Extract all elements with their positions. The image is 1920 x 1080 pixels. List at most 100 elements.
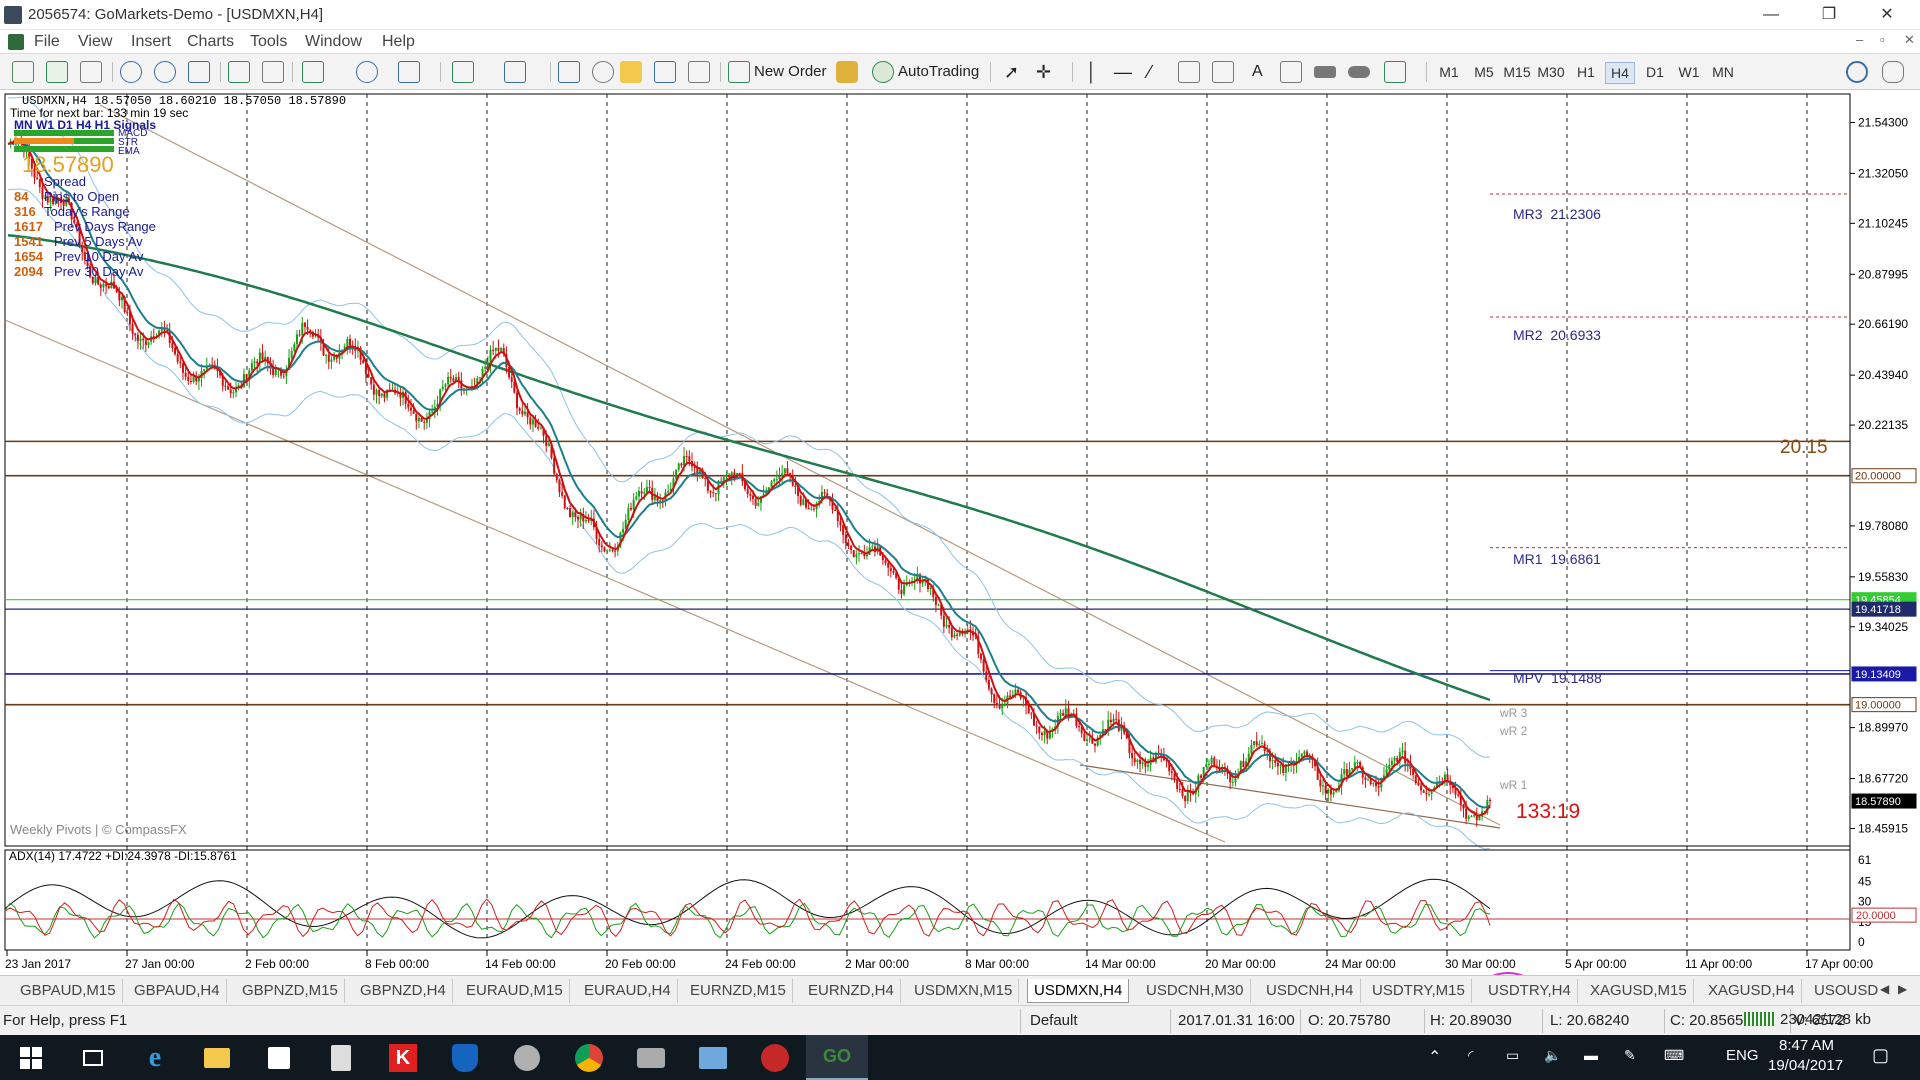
trendline-icon[interactable]: ⁄: [1148, 61, 1151, 83]
ellipse-icon[interactable]: [1348, 66, 1370, 78]
tab-xagusd-m15[interactable]: XAGUSD,M15: [1584, 979, 1694, 1003]
timeframe-m30[interactable]: M30: [1536, 62, 1566, 82]
keyboard-icon[interactable]: ⌨: [1664, 1047, 1684, 1064]
shield-icon[interactable]: [434, 1035, 496, 1080]
store-icon[interactable]: [248, 1035, 310, 1080]
mdi-close-button[interactable]: ✕: [1904, 32, 1915, 48]
tile-windows-icon[interactable]: [188, 61, 210, 83]
tab-gbpaud-h4[interactable]: GBPAUD,H4: [128, 979, 227, 1003]
cursor-icon[interactable]: ➚: [1004, 61, 1019, 83]
text-label-icon[interactable]: [1280, 61, 1302, 83]
timeframe-m1[interactable]: M1: [1434, 62, 1464, 82]
chat-icon[interactable]: [1882, 61, 1904, 83]
trading-app-icon[interactable]: [744, 1035, 806, 1080]
tab-usdcnh-h4[interactable]: USDCNH,H4: [1260, 979, 1361, 1003]
navigator-icon[interactable]: [620, 61, 642, 83]
timeframe-m5[interactable]: M5: [1469, 62, 1499, 82]
language-indicator[interactable]: ENG: [1726, 1047, 1759, 1064]
tab-usousd[interactable]: USOUSD: [1808, 979, 1884, 1003]
line-chart-icon[interactable]: [80, 61, 102, 83]
vertical-line-icon[interactable]: │: [1086, 61, 1097, 83]
metaeditor-icon[interactable]: [836, 61, 858, 83]
tab-gbpaud-m15[interactable]: GBPAUD,M15: [14, 979, 123, 1003]
task-view-icon[interactable]: [62, 1035, 124, 1080]
text-icon[interactable]: A: [1252, 61, 1263, 83]
terminal-icon[interactable]: [654, 61, 676, 83]
tray-chevron-icon[interactable]: ⌃: [1428, 1047, 1441, 1067]
tab-scroll-left-icon[interactable]: ◀: [1880, 982, 1889, 996]
menu-insert[interactable]: Insert: [131, 33, 171, 51]
zoom-in-icon[interactable]: [120, 61, 142, 83]
tab-euraud-m15[interactable]: EURAUD,M15: [460, 979, 570, 1003]
mdi-restore-button[interactable]: ▫: [1880, 32, 1885, 47]
clock-date[interactable]: 19/04/2017: [1768, 1057, 1843, 1074]
timeframe-h4[interactable]: H4: [1605, 62, 1635, 84]
tester-icon[interactable]: [688, 61, 710, 83]
timeframe-mn[interactable]: MN: [1708, 62, 1738, 82]
gomarkets-icon[interactable]: GO: [806, 1035, 868, 1080]
zoom-out-icon[interactable]: [154, 61, 176, 83]
menu-charts[interactable]: Charts: [187, 33, 234, 51]
candlestick-icon[interactable]: [46, 61, 68, 83]
chrome-icon[interactable]: [558, 1035, 620, 1080]
file-explorer-icon[interactable]: [186, 1035, 248, 1080]
network-icon[interactable]: ◜: [1468, 1047, 1473, 1064]
tab-usdmxn-m15[interactable]: USDMXN,M15: [908, 979, 1020, 1003]
battery-icon[interactable]: ▬: [1584, 1047, 1598, 1063]
notification-icon[interactable]: ▢: [1872, 1045, 1889, 1066]
profiles-icon[interactable]: [504, 61, 526, 83]
price-chart[interactable]: 21.54300 21.32050 21.10245 20.87995 20.66190…: [0, 90, 1920, 1032]
indicators-icon[interactable]: [302, 61, 324, 83]
timeframe-w1[interactable]: W1: [1674, 62, 1704, 82]
volume-icon[interactable]: 🔈: [1544, 1047, 1561, 1064]
pen-icon[interactable]: ✎: [1624, 1047, 1636, 1064]
crosshair-icon[interactable]: ✛: [1036, 61, 1051, 83]
restore-button[interactable]: ❐: [1806, 0, 1852, 30]
timeframe-h1[interactable]: H1: [1571, 62, 1601, 82]
start-button[interactable]: [0, 1035, 62, 1080]
edge-icon[interactable]: e: [124, 1035, 186, 1080]
tab-gbpnzd-m15[interactable]: GBPNZD,M15: [236, 979, 345, 1003]
bar-chart-icon[interactable]: [12, 61, 34, 83]
close-button[interactable]: ✕: [1864, 0, 1910, 30]
clock-time[interactable]: 8:47 AM: [1779, 1037, 1834, 1054]
data-window-icon[interactable]: [592, 61, 614, 83]
rectangle-icon[interactable]: [1314, 66, 1336, 78]
menu-file[interactable]: File: [34, 33, 60, 51]
photos-icon[interactable]: [682, 1035, 744, 1080]
k-app-icon[interactable]: K: [372, 1035, 434, 1080]
tab-usdtry-h4[interactable]: USDTRY,H4: [1482, 979, 1578, 1003]
new-order-icon[interactable]: [728, 61, 750, 83]
chart-area[interactable]: 21.54300 21.32050 21.10245 20.87995 20.66190…: [0, 90, 1920, 1032]
tab-eurnzd-m15[interactable]: EURNZD,M15: [684, 979, 793, 1003]
tab-xagusd-h4[interactable]: XAGUSD,H4: [1702, 979, 1802, 1003]
horizontal-line-icon[interactable]: —: [1114, 61, 1132, 83]
menu-help[interactable]: Help: [382, 33, 415, 51]
autotrading-button[interactable]: AutoTrading: [898, 61, 979, 83]
chart-shift-icon[interactable]: [228, 61, 250, 83]
templates-icon[interactable]: [398, 61, 420, 83]
menu-window[interactable]: Window: [305, 33, 362, 51]
tab-usdcnh-m30[interactable]: USDCNH,M30: [1140, 979, 1251, 1003]
search-icon[interactable]: [1846, 61, 1868, 83]
autoscroll-icon[interactable]: [262, 61, 284, 83]
fibonacci-icon[interactable]: [1212, 61, 1234, 83]
calculator-icon[interactable]: [310, 1035, 372, 1080]
menu-tools[interactable]: Tools: [250, 33, 287, 51]
market-watch-icon[interactable]: [558, 61, 580, 83]
new-chart-icon[interactable]: [452, 61, 474, 83]
new-order-button[interactable]: New Order: [754, 61, 827, 83]
minimize-button[interactable]: —: [1748, 0, 1794, 30]
timeframe-m15[interactable]: M15: [1502, 62, 1532, 82]
tab-usdmxn-h4[interactable]: USDMXN,H4: [1027, 979, 1130, 1003]
timeframe-d1[interactable]: D1: [1640, 62, 1670, 82]
tab-eurnzd-h4[interactable]: EURNZD,H4: [802, 979, 901, 1003]
periods-icon[interactable]: [356, 61, 378, 83]
tab-gbpnzd-h4[interactable]: GBPNZD,H4: [354, 979, 453, 1003]
tab-scroll-right-icon[interactable]: ▶: [1898, 982, 1907, 996]
camera-icon[interactable]: [620, 1035, 682, 1080]
menu-view[interactable]: View: [78, 33, 112, 51]
battery-saver-icon[interactable]: ▭: [1506, 1047, 1519, 1064]
arrows-icon[interactable]: [1384, 61, 1406, 83]
autotrading-icon[interactable]: [872, 61, 894, 83]
